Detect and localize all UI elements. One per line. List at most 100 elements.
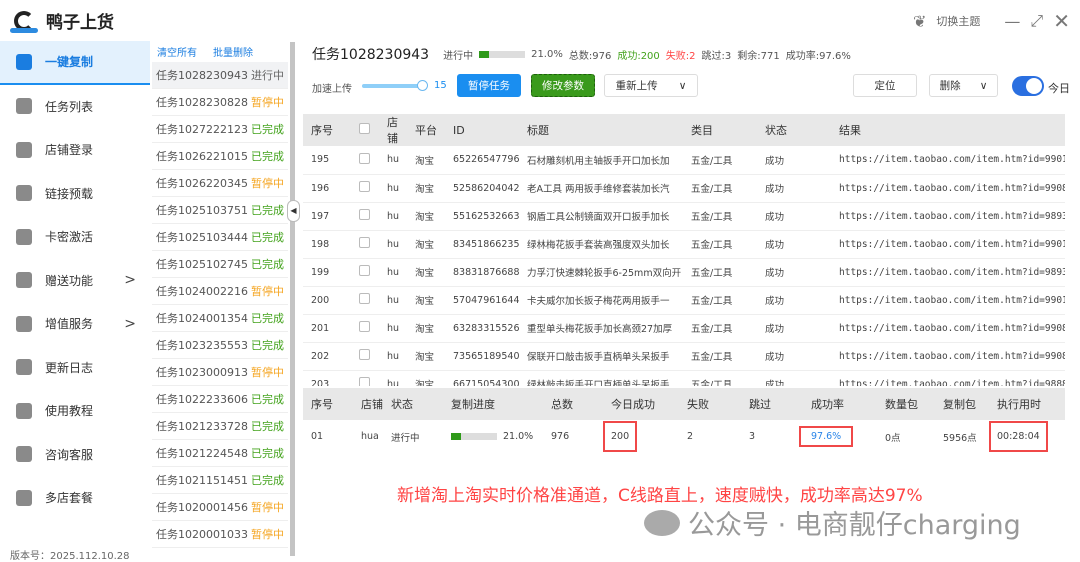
table-row[interactable]: 195 hu 淘宝 652265477967 石材雕刻机用主轴扳手开口加长加 五金/工具成… — [303, 146, 1065, 175]
cell-id-link[interactable]: 838318766884 — [445, 258, 519, 287]
task-list-item[interactable]: 任务1028230828 暂停中 — [152, 89, 288, 116]
slider-handle[interactable] — [417, 80, 428, 91]
task-list-item[interactable]: 任务1024001354 已完成 — [152, 305, 288, 332]
store-icon — [16, 141, 32, 158]
sidebar-item-label: 链接预载 — [45, 186, 94, 201]
task-list-item[interactable]: 任务1021233728 已完成 — [152, 413, 288, 440]
task-list-item[interactable]: 任务1027222123 已完成 — [152, 116, 288, 143]
column-header: 结果 — [831, 114, 1065, 146]
clear-all-link[interactable]: 清空所有 — [157, 44, 197, 59]
task-list-item[interactable]: 任务1028230943 进行中 — [152, 62, 288, 89]
cell-id-link[interactable]: 632833155260 — [445, 314, 519, 343]
table-row[interactable]: 202 hu 淘宝 735651895408 保联开口敲击扳手直柄单头呆扳手 五金/工具成… — [303, 342, 1065, 371]
select-all-checkbox[interactable] — [359, 123, 370, 134]
task-list-item[interactable]: 任务1023000913 暂停中 — [152, 359, 288, 386]
cell-result-link[interactable]: https://item.taobao.com/item.htm?id=9901… — [831, 286, 1065, 315]
sidebar-item[interactable]: 赠送功能 > — [0, 259, 150, 303]
cell-result-link[interactable]: https://item.taobao.com/item.htm?id=9908… — [831, 342, 1065, 371]
sidebar-item[interactable]: 咨询客服 — [0, 433, 150, 477]
task-list-item[interactable]: 任务1026221015 已完成 — [152, 143, 288, 170]
sidebar-item[interactable]: 增值服务 > — [0, 302, 150, 346]
switch-theme-button[interactable]: 切换主题 — [936, 13, 980, 29]
row-checkbox[interactable] — [359, 181, 370, 192]
task-list-scrollbar[interactable] — [290, 42, 295, 556]
cell-id-link[interactable]: 525862040424 — [445, 174, 519, 203]
task-list-item[interactable]: 任务1021151451 已完成 — [152, 467, 288, 494]
cell-copy-pack: 5956点 — [943, 432, 977, 444]
modify-params-button[interactable]: 修改参数 — [531, 74, 595, 97]
cell-result-link[interactable]: https://item.taobao.com/item.htm?id=9893… — [831, 258, 1065, 287]
cell-select — [351, 230, 379, 259]
task-list-item[interactable]: 任务1025103444 已完成 — [152, 224, 288, 251]
cell-id-link[interactable]: 834518662359 — [445, 230, 519, 259]
row-checkbox[interactable] — [359, 152, 370, 164]
cell-id-link[interactable]: 570479616446 — [445, 286, 519, 315]
sidebar-item[interactable]: 店铺登录 — [0, 128, 150, 172]
cell-result-link[interactable]: https://item.taobao.com/item.htm?id=9901… — [831, 230, 1065, 259]
cell-platform: 淘宝 — [407, 202, 445, 231]
cell-result-link[interactable]: https://item.taobao.com/item.htm?id=9893… — [831, 202, 1065, 231]
today-toggle[interactable] — [1012, 76, 1044, 96]
row-checkbox[interactable] — [359, 349, 370, 360]
row-checkbox[interactable] — [359, 321, 370, 332]
minimize-icon[interactable]: — — [1004, 12, 1020, 31]
summary-row[interactable]: 01 hua 进行中 21.0% 976 200 2 3 97.6% 0点 59… — [303, 420, 1065, 453]
row-checkbox[interactable] — [359, 265, 370, 276]
sidebar-item[interactable]: 任务列表 — [0, 85, 150, 129]
sidebar-item[interactable]: 一键复制 — [0, 41, 150, 85]
row-checkbox[interactable] — [359, 237, 370, 248]
locate-button[interactable]: 定位 — [853, 74, 917, 97]
reupload-label: 重新上传 — [615, 80, 658, 92]
table-row[interactable]: 196 hu 淘宝 525862040424 老A工具 两用扳手维修套装加长汽 五金/工具… — [303, 174, 1065, 203]
row-checkbox[interactable] — [359, 377, 370, 386]
column-header[interactable] — [351, 114, 379, 146]
cell-result-link[interactable]: https://item.taobao.com/item.htm?id=9908… — [831, 174, 1065, 203]
table-row[interactable]: 200 hu 淘宝 570479616446 卡夫威尔加长扳子梅花两用扳手一 五金/工具成… — [303, 286, 1065, 315]
cell-status: 成功 — [757, 342, 831, 371]
leaf-theme-icon[interactable]: ❦ — [913, 12, 926, 31]
speed-slider[interactable] — [362, 80, 428, 91]
task-list-item[interactable]: 任务1024002216 暂停中 — [152, 278, 288, 305]
table-row[interactable]: 197 hu 淘宝 551625326631 钢盾工具公制镜面双开口扳手加长 五金/工具成… — [303, 202, 1065, 231]
table-row[interactable]: 201 hu 淘宝 632833155260 重型单头梅花扳手加长高颈27加厚 五金/工具… — [303, 314, 1065, 343]
sidebar-item[interactable]: 链接预载 — [0, 172, 150, 216]
cell-result-link[interactable]: https://item.taobao.com/item.htm?id=9888… — [831, 370, 1065, 386]
task-list-item[interactable]: 任务1020001033 暂停中 — [152, 521, 288, 548]
task-list-item[interactable]: 任务1023235553 已完成 — [152, 332, 288, 359]
reupload-dropdown[interactable]: 重新上传 ∨ — [604, 74, 698, 97]
cell-title: 钢盾工具公制镜面双开口扳手加长 — [519, 202, 683, 231]
collapse-panel-button[interactable]: ◀ — [287, 200, 300, 222]
cell-id-link[interactable]: 551625326631 — [445, 202, 519, 231]
cell-result-link[interactable]: https://item.taobao.com/item.htm?id=9901… — [831, 146, 1065, 175]
maximize-icon[interactable]: ⤢ — [1030, 11, 1043, 31]
cell-progress: 21.0% — [443, 420, 543, 453]
task-list-item[interactable]: 任务1022233606 已完成 — [152, 386, 288, 413]
table-row[interactable]: 203 hu 淘宝 667150543005 绿林敲击扳手开口直柄单头呆扳手 五金/工具成… — [303, 370, 1065, 386]
cell-id-link[interactable]: 667150543005 — [445, 370, 519, 386]
batch-delete-link[interactable]: 批量删除 — [213, 44, 253, 59]
cell-result-link[interactable]: https://item.taobao.com/item.htm?id=9908… — [831, 314, 1065, 343]
task-list-item[interactable]: 任务1026220345 暂停中 — [152, 170, 288, 197]
pause-task-button[interactable]: 暂停任务 — [457, 74, 521, 97]
sidebar-item[interactable]: 卡密激活 — [0, 215, 150, 259]
task-list-item[interactable]: 任务1020001456 暂停中 — [152, 494, 288, 521]
sidebar-item[interactable]: 更新日志 — [0, 346, 150, 390]
row-checkbox[interactable] — [359, 209, 370, 220]
row-checkbox[interactable] — [359, 293, 370, 304]
close-icon[interactable]: ✕ — [1053, 9, 1070, 33]
task-list-item[interactable]: 任务1025103751 已完成 — [152, 197, 288, 224]
table-row[interactable]: 198 hu 淘宝 834518662359 绿林梅花扳手套装高强度双头加长 五金/工具成… — [303, 230, 1065, 259]
delete-dropdown[interactable]: 删除 ∨ — [929, 74, 998, 97]
sidebar-item[interactable]: 使用教程 — [0, 389, 150, 433]
cell-id-link[interactable]: 735651895408 — [445, 342, 519, 371]
task-list-item[interactable]: 任务1021224548 已完成 — [152, 440, 288, 467]
sidebar-item[interactable]: 多店套餐 — [0, 476, 150, 520]
results-table: 序号 店铺 平台 ID 标题 类目 状态 结果 195 hu 淘宝 652265477967 石材雕刻… — [303, 114, 1065, 386]
task-list-item[interactable]: 任务1025102745 已完成 — [152, 251, 288, 278]
cell-id-link[interactable]: 652265477967 — [445, 146, 519, 175]
cell-status: 成功 — [757, 286, 831, 315]
task-name: 任务1020001456 — [156, 501, 248, 514]
table-row[interactable]: 199 hu 淘宝 838318766884 力孚汀快速棘轮扳手6-25mm双向开 五金/… — [303, 258, 1065, 287]
cell-platform: 淘宝 — [407, 314, 445, 343]
task-remaining: 剩余:771 — [737, 50, 780, 62]
